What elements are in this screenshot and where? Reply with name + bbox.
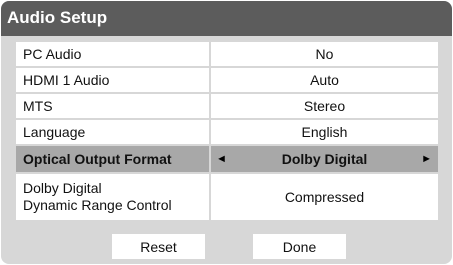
title-bar: Audio Setup [1,1,452,36]
setting-value[interactable]: English [211,120,438,144]
setting-row-dynamic-range-control[interactable]: Dolby Digital Dynamic Range Control Comp… [16,174,438,220]
selected-value: Dolby Digital [281,151,368,167]
setting-value[interactable]: No [211,42,438,66]
setting-label: HDMI 1 Audio [16,68,209,92]
setting-value[interactable]: Compressed [211,174,438,220]
done-button[interactable]: Done [253,234,346,259]
setting-row-hdmi1-audio[interactable]: HDMI 1 Audio Auto [16,68,438,92]
setting-label: Dolby Digital Dynamic Range Control [16,174,209,220]
reset-button[interactable]: Reset [112,234,205,259]
left-arrow-icon[interactable]: ◄ [216,153,227,165]
setting-label: MTS [16,94,209,118]
setting-label: Language [16,120,209,144]
right-arrow-icon[interactable]: ► [421,153,432,165]
setting-label: Optical Output Format [16,146,209,172]
setting-value[interactable]: Stereo [211,94,438,118]
setting-label-line1: Dolby Digital [23,180,102,196]
setting-row-language[interactable]: Language English [16,120,438,144]
setting-label: PC Audio [16,42,209,66]
setting-row-pc-audio[interactable]: PC Audio No [16,42,438,66]
audio-setup-dialog: Audio Setup PC Audio No HDMI 1 Audio Aut… [1,1,452,264]
setting-value[interactable]: Auto [211,68,438,92]
setting-row-mts[interactable]: MTS Stereo [16,94,438,118]
setting-value[interactable]: ◄ Dolby Digital ► [211,146,438,172]
setting-row-optical-output-format[interactable]: Optical Output Format ◄ Dolby Digital ► [16,146,438,172]
setting-label-line2: Dynamic Range Control [23,197,172,213]
dialog-title: Audio Setup [7,8,108,27]
